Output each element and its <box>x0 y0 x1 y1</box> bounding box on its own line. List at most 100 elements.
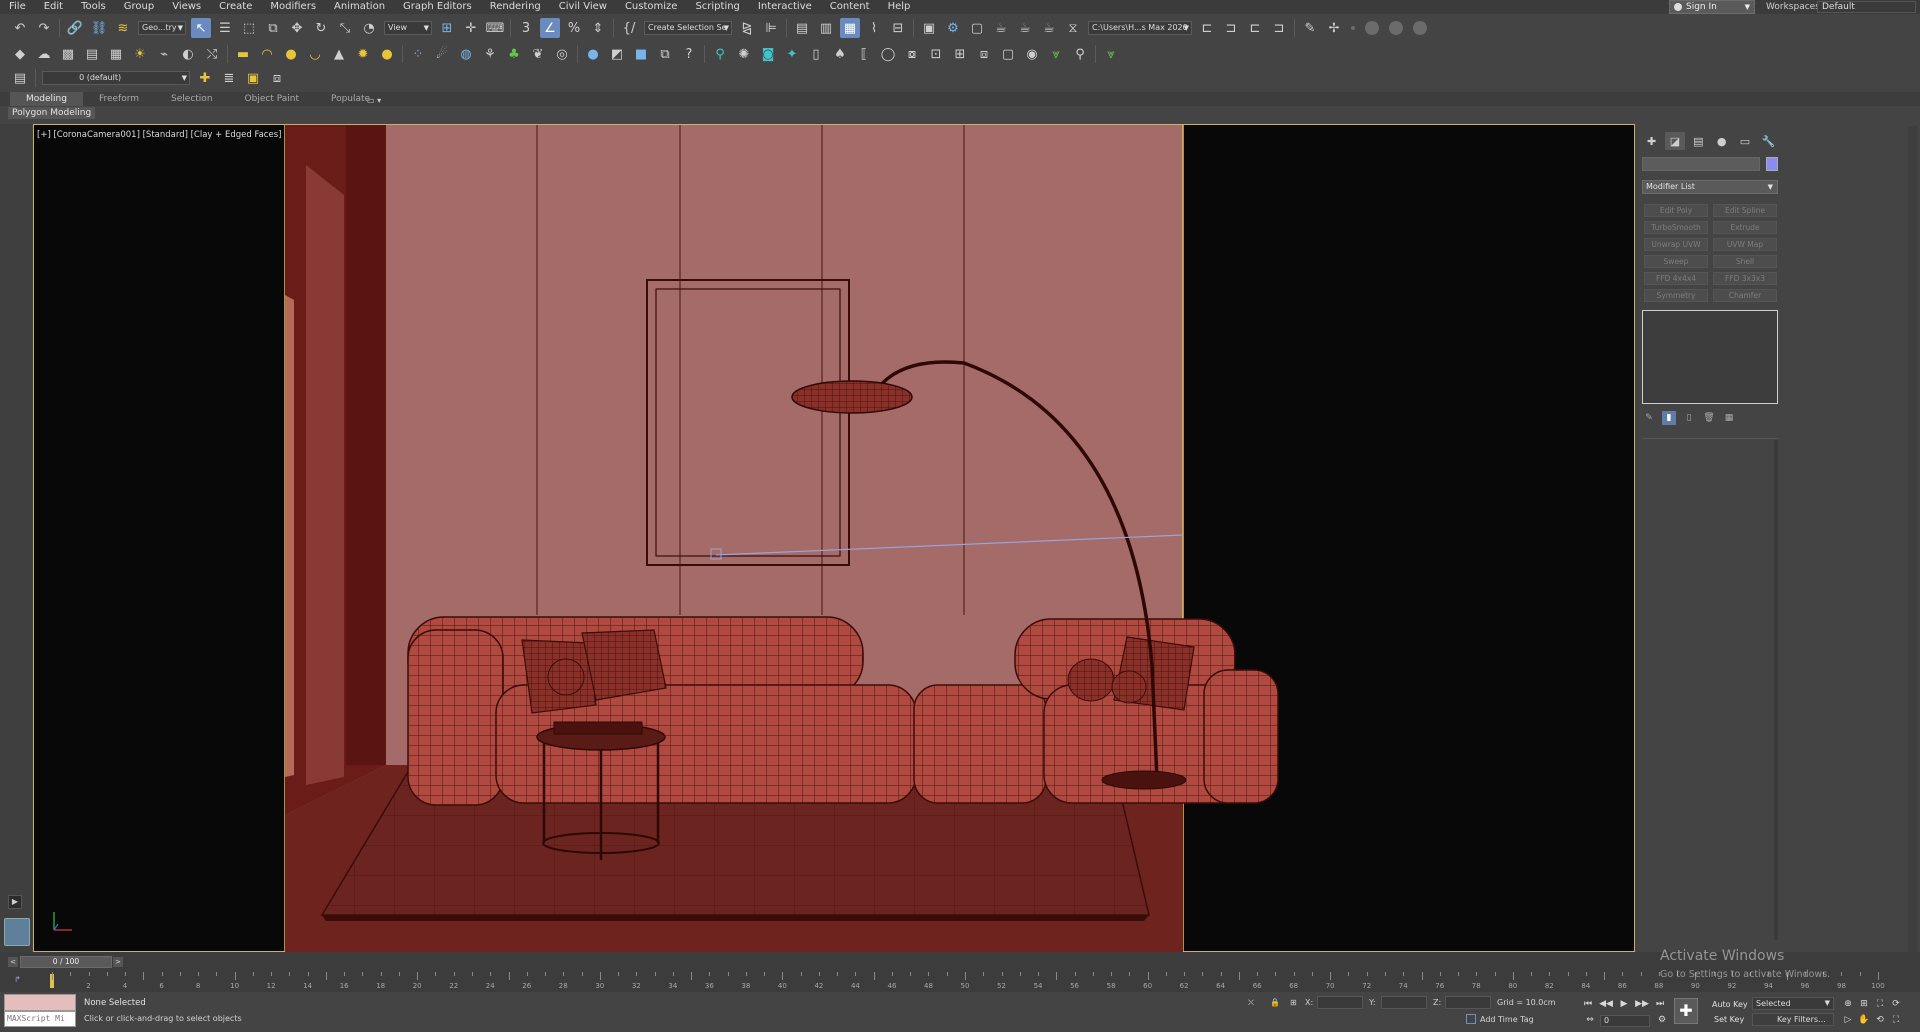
tree2-icon[interactable]: ♠ <box>830 44 850 64</box>
auto-key-button[interactable]: Auto Key <box>1712 1000 1748 1009</box>
viewport-expand-icon[interactable]: ▶ <box>8 895 22 909</box>
layer-explorer-icon[interactable]: ▥ <box>816 18 836 38</box>
x-coordinate-field[interactable] <box>1317 996 1363 1009</box>
scale-icon[interactable]: ⤡ <box>335 18 355 38</box>
list-icon[interactable]: ▤ <box>82 44 102 64</box>
select-manipulate-icon[interactable]: ✛ <box>461 18 481 38</box>
menu-item-content[interactable]: Content <box>821 0 879 14</box>
time-slider-thumb[interactable]: 0 / 100 <box>20 956 112 968</box>
wire-icon[interactable]: ⌁ <box>154 44 174 64</box>
scene-explorer-icon[interactable]: ▤ <box>792 18 812 38</box>
add-time-tag-button[interactable]: Add Time Tag <box>1480 1015 1534 1024</box>
object-color-swatch[interactable] <box>1766 157 1778 171</box>
render-iterative-icon[interactable]: ☕ <box>1015 18 1035 38</box>
tree-icon[interactable]: ♣ <box>504 44 524 64</box>
next-key-icon[interactable]: ▶▶ <box>1634 998 1650 1010</box>
menu-item-group[interactable]: Group <box>115 0 163 14</box>
ai-icon[interactable]: ☀ <box>130 44 150 64</box>
modifier-button-sweep[interactable]: Sweep <box>1644 255 1708 268</box>
remove-modifier-icon[interactable]: 🗑 <box>1702 411 1716 425</box>
menu-item-scripting[interactable]: Scripting <box>686 0 748 14</box>
bind-spacewarp-icon[interactable]: ≋ <box>113 18 133 38</box>
play-icon[interactable]: ▶ <box>1616 998 1632 1010</box>
link-icon[interactable]: 🔗 <box>65 18 85 38</box>
sun-icon[interactable]: ✹ <box>353 44 373 64</box>
walk-icon[interactable]: ⟲ <box>1872 1014 1888 1026</box>
current-frame-field[interactable]: 0 <box>1600 1015 1650 1027</box>
wand-icon[interactable]: ✎ <box>1300 18 1320 38</box>
shuffle-icon[interactable]: ⤭ <box>202 44 222 64</box>
show-end-result-icon[interactable]: ▮ <box>1662 411 1676 425</box>
modifier-button-ffd-3x3x3[interactable]: FFD 3x3x3 <box>1713 272 1777 285</box>
zoom-all-icon[interactable]: ⊞ <box>1856 998 1872 1010</box>
perspective-viewport[interactable] <box>33 124 1635 953</box>
pin-stack-icon[interactable]: ✎ <box>1642 411 1656 425</box>
previous-key-icon[interactable]: ◀◀ <box>1598 998 1614 1010</box>
display-tab-icon[interactable]: ▭ <box>1735 132 1754 150</box>
move-icon[interactable]: ✥ <box>287 18 307 38</box>
modifier-list-dropdown[interactable]: Modifier List ▼ <box>1642 180 1778 194</box>
isolate-icon[interactable]: ⛌ <box>1248 998 1254 1008</box>
key-filters-button[interactable]: Key Filters... <box>1752 1013 1834 1026</box>
object-name-field[interactable] <box>1642 157 1760 171</box>
menu-item-graph-editors[interactable]: Graph Editors <box>394 0 481 14</box>
angle-snap-icon[interactable]: ∠ <box>540 18 560 38</box>
ribbon-panel-label[interactable]: Polygon Modeling <box>8 107 96 119</box>
layer-stack-icon[interactable]: ≣ <box>219 68 239 88</box>
book-icon[interactable]: ▯ <box>806 44 826 64</box>
key-mode-icon[interactable]: ⇔ <box>1582 1014 1598 1026</box>
material-editor-icon[interactable]: ▣ <box>919 18 939 38</box>
project-icon-3[interactable]: ⊏ <box>1245 18 1265 38</box>
ribbon-tab-selection[interactable]: Selection <box>155 92 228 106</box>
image-icon[interactable]: ▩ <box>58 44 78 64</box>
render-production-icon[interactable]: ☕ <box>991 18 1011 38</box>
dome-icon[interactable]: ◠ <box>257 44 277 64</box>
frame-icon[interactable]: ⊡ <box>926 44 946 64</box>
viewport-layout-icon[interactable] <box>4 918 30 946</box>
cube-icon[interactable]: ■ <box>631 44 651 64</box>
half-icon[interactable]: ◐ <box>178 44 198 64</box>
viewport-label[interactable]: [+] [CoronaCamera001] [Standard] [Clay +… <box>37 130 281 140</box>
edit-named-sel-icon[interactable]: {/ <box>619 18 639 38</box>
swirl-icon[interactable]: ◎ <box>552 44 572 64</box>
menu-item-edit[interactable]: Edit <box>35 0 72 14</box>
eye-icon[interactable]: ◉ <box>1022 44 1042 64</box>
modifier-button-shell[interactable]: Shell <box>1713 255 1777 268</box>
menu-item-tools[interactable]: Tools <box>72 0 115 14</box>
bulb-icon[interactable]: ⚲ <box>710 44 730 64</box>
sphere-icon-3[interactable] <box>1413 21 1427 35</box>
menu-item-views[interactable]: Views <box>163 0 210 14</box>
proxy-icon[interactable]: ✦ <box>782 44 802 64</box>
unlink-icon[interactable]: ⛓ <box>89 18 109 38</box>
panel-scrollbar[interactable] <box>1774 440 1778 940</box>
ref-coord-dropdown[interactable]: View ▼ <box>384 21 432 35</box>
set-key-mode-button[interactable]: ✚ <box>1674 998 1698 1024</box>
modifier-button-extrude[interactable]: Extrude <box>1713 221 1777 234</box>
menu-item-rendering[interactable]: Rendering <box>481 0 550 14</box>
spinner-snap-icon[interactable]: ⇕ <box>588 18 608 38</box>
snapshot-icon[interactable]: ◆ <box>10 44 30 64</box>
layers-icon[interactable]: ⧉ <box>655 44 675 64</box>
maxscript-mini-input[interactable]: MAXScript Mi <box>4 1011 76 1027</box>
go-to-end-icon[interactable]: ⏭ <box>1652 998 1668 1010</box>
toggle-scene-explorer-icon[interactable]: ▤ <box>10 68 30 88</box>
named-selection-dropdown[interactable]: Create Selection Se ▼ <box>644 21 732 35</box>
ribbon-tab-modeling[interactable]: Modeling <box>10 92 83 106</box>
undo-icon[interactable]: ↶ <box>10 18 30 38</box>
menu-item-interactive[interactable]: Interactive <box>749 0 821 14</box>
render-online-icon[interactable]: ⧖ <box>1063 18 1083 38</box>
pan-icon[interactable]: ✋ <box>1856 1014 1872 1026</box>
keyboard-shortcut-icon[interactable]: ⌨ <box>485 18 505 38</box>
project-icon-1[interactable]: ⊏ <box>1197 18 1217 38</box>
maximize-viewport-icon[interactable]: ⛶ <box>1888 1014 1904 1026</box>
particles-icon[interactable]: ⁘ <box>408 44 428 64</box>
modifier-button-unwrap-uvw[interactable]: Unwrap UVW <box>1644 238 1708 251</box>
scatter-icon[interactable]: ⚘ <box>480 44 500 64</box>
ribbon-tab-freeform[interactable]: Freeform <box>83 92 155 106</box>
sphere-light-icon[interactable]: ● <box>377 44 397 64</box>
utilities-tab-icon[interactable]: 🔧 <box>1759 132 1778 150</box>
disc-icon[interactable]: ● <box>281 44 301 64</box>
project-folder-dropdown[interactable]: C:\Users\H...s Max 2020 ▼ <box>1088 21 1192 35</box>
modifier-button-turbosmooth[interactable]: TurboSmooth <box>1644 221 1708 234</box>
material-icon[interactable]: ◩ <box>607 44 627 64</box>
